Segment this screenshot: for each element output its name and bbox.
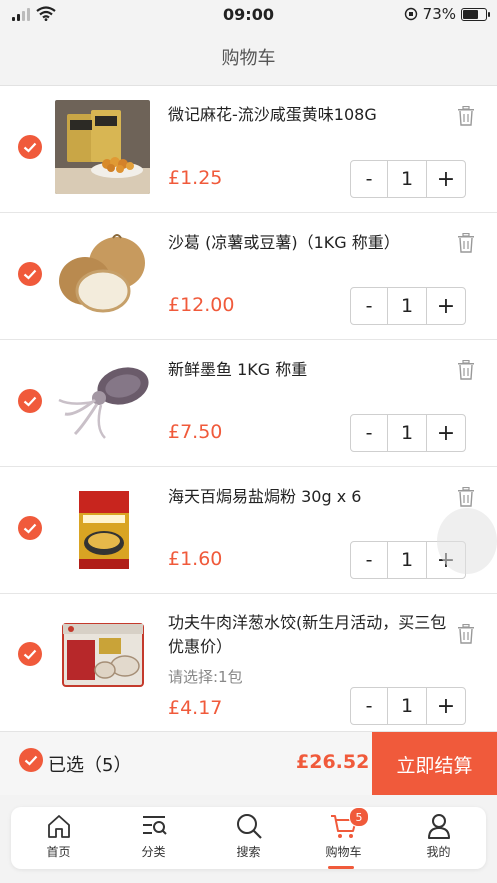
item-price: £7.50 — [168, 421, 223, 443]
checkout-button[interactable]: 立即结算 — [372, 732, 497, 796]
tab-label: 我的 — [426, 845, 451, 859]
cart-item: 微记麻花-流沙咸蛋黄味108G £1.25 - 1 + — [0, 86, 497, 213]
snack-bag-image[interactable] — [55, 100, 150, 194]
battery-percent: 73% — [422, 5, 456, 23]
status-bar: 09:00 73% — [0, 0, 497, 28]
status-right: 73% — [404, 5, 490, 23]
quantity-stepper: - 1 + — [350, 287, 466, 325]
tab-profile[interactable]: 我的 — [391, 807, 486, 869]
total-price: £26.52 — [296, 751, 370, 773]
trash-icon[interactable] — [457, 233, 475, 253]
quantity-value[interactable]: 1 — [388, 688, 426, 724]
cart-list: 微记麻花-流沙咸蛋黄味108G £1.25 - 1 + 沙葛 (凉薯或豆薯)（1… — [0, 86, 497, 732]
decrement-button[interactable]: - — [351, 161, 388, 197]
item-price: £4.17 — [168, 697, 223, 719]
seasoning-box-image[interactable] — [55, 483, 150, 577]
select-all-checkbox[interactable] — [19, 748, 43, 772]
trash-icon[interactable] — [457, 487, 475, 507]
category-icon — [142, 816, 167, 835]
item-name: 功夫牛肉洋葱水饺(新生月活动，买三包优惠价） — [168, 613, 447, 656]
checkout-bar: 已选（5） £26.52 立即结算 — [0, 731, 497, 796]
item-price: £1.25 — [168, 167, 223, 189]
tab-cart[interactable]: 5 购物车 — [296, 807, 391, 869]
cart-item: 海天百焗易盐焗粉 30g x 6 £1.60 - 1 + — [0, 467, 497, 594]
check-icon — [23, 269, 37, 280]
tab-label: 购物车 — [325, 845, 362, 859]
increment-button[interactable]: + — [426, 288, 465, 324]
cuttlefish-image[interactable] — [55, 356, 150, 450]
decrement-button[interactable]: - — [351, 542, 388, 578]
check-icon — [24, 755, 38, 766]
quantity-stepper: - 1 + — [350, 414, 466, 452]
check-icon — [23, 142, 37, 153]
tab-label: 首页 — [46, 845, 71, 859]
item-option[interactable]: 请选择:1包 — [168, 666, 243, 687]
cart-item: 功夫牛肉洋葱水饺(新生月活动，买三包优惠价） 请选择:1包 £4.17 - 1 … — [0, 594, 497, 732]
check-icon — [23, 523, 37, 534]
quantity-stepper: - 1 + — [350, 687, 466, 725]
profile-icon — [427, 814, 450, 839]
quantity-stepper: - 1 + — [350, 160, 466, 198]
check-icon — [23, 396, 37, 407]
trash-icon[interactable] — [457, 106, 475, 126]
item-checkbox[interactable] — [18, 516, 42, 540]
tab-home[interactable]: 首页 — [11, 807, 106, 869]
selected-count: 已选（5） — [48, 755, 132, 776]
cart-item: 沙葛 (凉薯或豆薯)（1KG 称重） £12.00 - 1 + — [0, 213, 497, 340]
item-name: 海天百焗易盐焗粉 30g x 6 — [168, 487, 362, 506]
dumpling-pack-image[interactable] — [55, 608, 150, 702]
decrement-button[interactable]: - — [351, 688, 388, 724]
tab-label: 搜索 — [236, 845, 261, 859]
tab-bar-container: 首页 分类 搜索 5 购物车 我的 — [0, 795, 497, 883]
item-name: 新鲜墨鱼 1KG 称重 — [168, 360, 308, 379]
battery-icon — [461, 7, 490, 21]
active-tab-indicator — [328, 866, 354, 869]
jicama-image[interactable] — [55, 229, 150, 323]
decrement-button[interactable]: - — [351, 288, 388, 324]
increment-button[interactable]: + — [426, 688, 465, 724]
quantity-value[interactable]: 1 — [388, 542, 426, 578]
item-checkbox[interactable] — [18, 135, 42, 159]
item-price: £1.60 — [168, 548, 223, 570]
cart-badge: 5 — [349, 807, 369, 827]
item-name: 微记麻花-流沙咸蛋黄味108G — [168, 105, 377, 124]
quantity-value[interactable]: 1 — [388, 415, 426, 451]
home-icon — [47, 815, 70, 838]
assistive-touch-button[interactable] — [437, 508, 497, 574]
tab-search[interactable]: 搜索 — [201, 807, 296, 869]
orientation-lock-icon — [404, 7, 417, 21]
search-icon — [236, 814, 262, 839]
cart-item: 新鲜墨鱼 1KG 称重 £7.50 - 1 + — [0, 340, 497, 467]
item-checkbox[interactable] — [18, 389, 42, 413]
increment-button[interactable]: + — [426, 161, 465, 197]
item-checkbox[interactable] — [18, 642, 42, 666]
trash-icon[interactable] — [457, 624, 475, 644]
item-checkbox[interactable] — [18, 262, 42, 286]
tab-label: 分类 — [141, 845, 166, 859]
decrement-button[interactable]: - — [351, 415, 388, 451]
quantity-value[interactable]: 1 — [388, 161, 426, 197]
nav-bar: 购物车 — [0, 28, 497, 86]
increment-button[interactable]: + — [426, 415, 465, 451]
trash-icon[interactable] — [457, 360, 475, 380]
item-name: 沙葛 (凉薯或豆薯)（1KG 称重） — [168, 233, 400, 252]
item-price: £12.00 — [168, 294, 235, 316]
page-title: 购物车 — [221, 47, 276, 69]
tab-category[interactable]: 分类 — [106, 807, 201, 869]
quantity-value[interactable]: 1 — [388, 288, 426, 324]
tab-bar: 首页 分类 搜索 5 购物车 我的 — [11, 807, 486, 869]
check-icon — [23, 649, 37, 660]
